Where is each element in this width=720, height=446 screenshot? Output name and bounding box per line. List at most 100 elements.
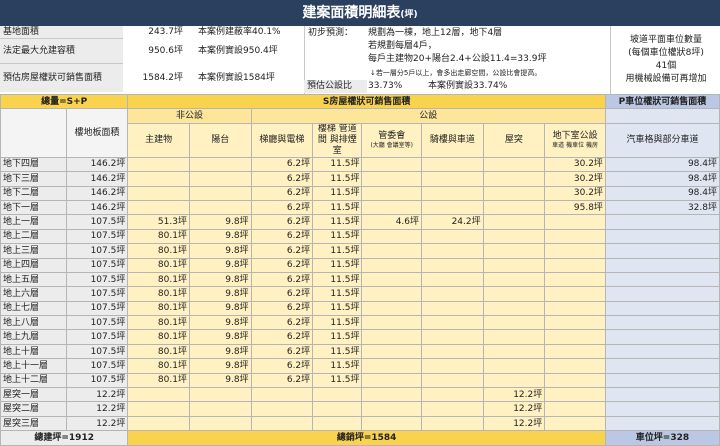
cell-roof: [482, 171, 546, 187]
table-row: 屋突三層 12.2坪 12.2坪: [0, 415, 720, 432]
cell-shaft: [312, 387, 363, 403]
main-bldg-header: 主建物: [127, 122, 190, 158]
cell-main: [127, 387, 190, 403]
cell-arcade: [421, 387, 484, 403]
cell-roof: [482, 228, 546, 245]
cell-area: 146.2坪: [65, 171, 129, 187]
cell-shaft: [312, 401, 363, 417]
land-note: 本案例建蔽率40.1%: [198, 27, 281, 37]
cell-park: [604, 286, 720, 302]
cell-shaft: 11.5坪: [312, 171, 363, 187]
cell-arcade: [421, 415, 484, 432]
cell-bpub: 30.2坪: [544, 171, 606, 187]
cell-mgmt: [361, 358, 423, 374]
public-header: 公設: [250, 108, 606, 124]
cell-arcade: [421, 358, 484, 374]
cell-shaft: 11.5坪: [312, 185, 363, 201]
cell-shaft: [312, 415, 363, 432]
cell-park: [604, 243, 720, 259]
cell-main: [127, 415, 190, 432]
cell-mgmt: [361, 171, 423, 187]
cell-shaft: 11.5坪: [312, 315, 363, 331]
cell-floor: 屋突一層: [0, 387, 67, 403]
cell-mgmt: [361, 257, 423, 273]
table-row: 地上六層 107.5坪 80.1坪 9.8坪 6.2坪 11.5坪: [0, 286, 720, 302]
cell-mgmt: [361, 343, 423, 360]
cell-bpub: [544, 401, 606, 417]
cell-park: [604, 214, 720, 230]
cell-arcade: [421, 156, 484, 173]
far-value: 950.6坪: [148, 46, 183, 56]
cell-bpub: [544, 315, 606, 331]
cell-roof: [482, 315, 546, 331]
table-row: 屋突一層 12.2坪 12.2坪: [0, 387, 720, 403]
cell-floor: 地上十二層: [0, 372, 67, 389]
roof-header: 屋突: [482, 122, 546, 158]
cell-bal: 9.8坪: [188, 243, 252, 259]
cell-bal: [188, 401, 252, 417]
sale-value: 1584.2坪: [142, 73, 184, 83]
cell-main: [127, 401, 190, 417]
area-table: 總量=S+P S房屋權狀可銷售面積 P車位權狀可銷售面積 樓地板面積 非公設 公…: [0, 93, 720, 446]
cell-main: [127, 199, 190, 216]
cell-park: [604, 372, 720, 389]
sheet-title: 建案面積明細表(坪): [0, 0, 720, 26]
cell-area: 12.2坪: [65, 401, 129, 417]
cell-bpub: [544, 271, 606, 288]
table-row: 地上九層 107.5坪 80.1坪 9.8坪 6.2坪 11.5坪: [0, 329, 720, 345]
cell-floor: 地上二層: [0, 228, 67, 245]
cell-arcade: [421, 199, 484, 216]
stairs-header: 梯廳與電梯: [250, 122, 314, 158]
cell-stairs: 6.2坪: [250, 358, 314, 374]
prelim-line-1: 規劃為一棟，地上12層，地下4層: [368, 28, 503, 38]
parking-line-3: 41個: [655, 61, 677, 71]
cell-bal: 9.8坪: [188, 315, 252, 331]
cell-park: [604, 343, 720, 360]
cell-floor: 地上八層: [0, 315, 67, 331]
cell-area: 107.5坪: [65, 343, 129, 360]
table-footer: 總建坪=1912 總銷坪=1584 車位坪=328: [0, 430, 720, 446]
cell-area: 146.2坪: [65, 156, 129, 173]
cell-roof: [482, 286, 546, 302]
total-footer: 總建坪=1912: [0, 430, 129, 446]
cell-floor: 地上七層: [0, 300, 67, 317]
table-row: 地上二層 107.5坪 80.1坪 9.8坪 6.2坪 11.5坪: [0, 228, 720, 245]
cell-roof: [482, 300, 546, 317]
cell-bal: 9.8坪: [188, 300, 252, 317]
info-block: 基地面積 243.7坪 本案例建蔽率40.1% 法定最大允建容積 950.6坪 …: [0, 26, 720, 94]
cell-park: [604, 300, 720, 317]
area-detail-sheet: 建案面積明細表(坪) 基地面積 243.7坪 本案例建蔽率40.1% 法定最大允…: [0, 0, 720, 446]
cell-park: [604, 271, 720, 288]
cell-stairs: 6.2坪: [250, 372, 314, 389]
cell-bpub: [544, 300, 606, 317]
total-header: 總量=S+P: [0, 93, 129, 110]
b-public-subtitle: 車道 機車位 機房: [552, 142, 598, 150]
cell-main: 80.1坪: [127, 271, 190, 288]
table-row: 地上三層 107.5坪 80.1坪 9.8坪 6.2坪 11.5坪: [0, 243, 720, 259]
b-public-header: 地下室公設 車道 機車位 機房: [544, 122, 606, 158]
cell-shaft: 11.5坪: [312, 257, 363, 273]
cell-main: [127, 156, 190, 173]
cell-mgmt: [361, 185, 423, 201]
cell-area: 107.5坪: [65, 243, 129, 259]
cell-roof: 12.2坪: [482, 401, 546, 417]
table-row: 地上八層 107.5坪 80.1坪 9.8坪 6.2坪 11.5坪: [0, 315, 720, 331]
table-row: 地下一層 146.2坪 6.2坪 11.5坪 95.8坪 32.8坪: [0, 199, 720, 216]
cell-bal: 9.8坪: [188, 329, 252, 345]
cell-park: [604, 358, 720, 374]
cell-area: 146.2坪: [65, 199, 129, 216]
cell-shaft: 11.5坪: [312, 214, 363, 230]
cell-floor: 地下一層: [0, 199, 67, 216]
cell-bpub: [544, 243, 606, 259]
cell-floor: 地上四層: [0, 257, 67, 273]
cell-stairs: 6.2坪: [250, 185, 314, 201]
cell-bpub: [544, 415, 606, 432]
parking-col-header: 汽車格與部分車道: [604, 122, 720, 158]
table-row: 地上十一層 107.5坪 80.1坪 9.8坪 6.2坪 11.5坪: [0, 358, 720, 374]
cell-bal: 9.8坪: [188, 372, 252, 389]
table-row: 地下四層 146.2坪 6.2坪 11.5坪 30.2坪 98.4坪: [0, 156, 720, 173]
cell-mgmt: 4.6坪: [361, 214, 423, 230]
shaft-header: 樓梯 管道間 與排煙室: [312, 122, 363, 158]
park-footer: 車位坪=328: [604, 430, 720, 446]
cell-mgmt: [361, 329, 423, 345]
